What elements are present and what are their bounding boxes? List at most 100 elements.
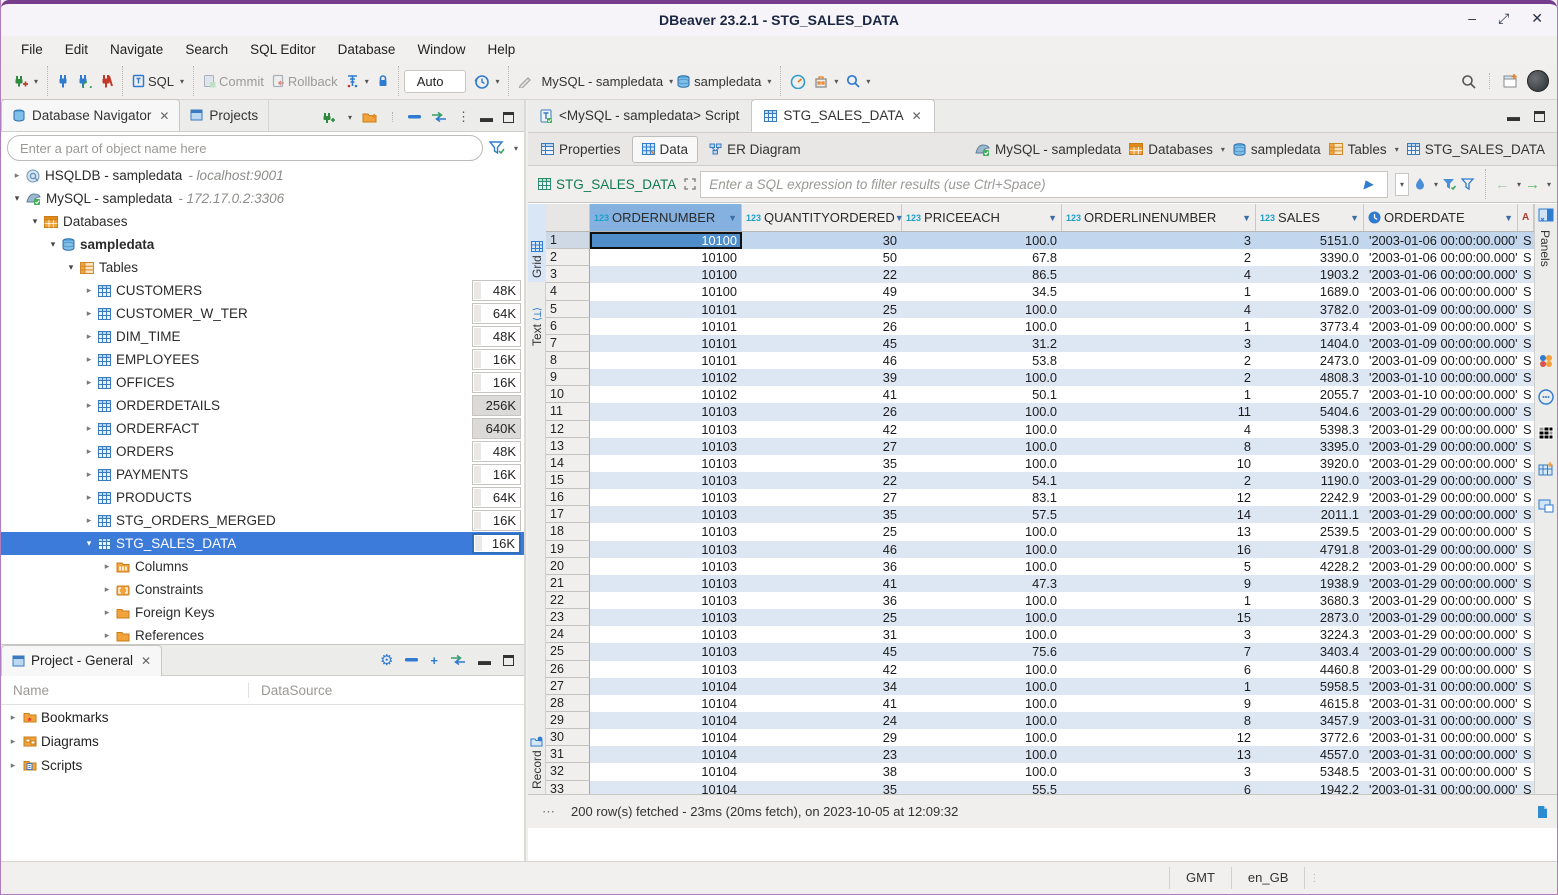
- breadcrumb-stg-sales-data[interactable]: STG_SALES_DATA: [1405, 140, 1547, 159]
- cell-priceeach[interactable]: 67.8: [902, 249, 1062, 266]
- cell-sales[interactable]: 2011.1: [1256, 506, 1364, 523]
- breadcrumb-tables[interactable]: Tables▾: [1327, 140, 1401, 159]
- cell-orderdate[interactable]: '2003-01-06 00:00:00.000': [1364, 266, 1518, 283]
- row-number[interactable]: 10: [546, 386, 590, 403]
- cell-priceeach[interactable]: 100.0: [902, 592, 1062, 609]
- cell-quantityordered[interactable]: 26: [742, 403, 902, 420]
- row-number[interactable]: 30: [546, 729, 590, 746]
- sql-dropdown-icon[interactable]: ▾: [180, 77, 184, 86]
- menu-navigate[interactable]: Navigate: [100, 38, 173, 61]
- cell-quantityordered[interactable]: 22: [742, 472, 902, 489]
- collapse-arrow-icon[interactable]: ▾: [29, 216, 41, 227]
- cell-sales[interactable]: 3390.0: [1256, 249, 1364, 266]
- transaction-log-button[interactable]: ▾: [342, 71, 373, 91]
- cell-a[interactable]: S: [1518, 232, 1534, 249]
- maximize-editor-icon[interactable]: [1534, 109, 1545, 124]
- cell-orderdate[interactable]: '2003-01-31 00:00:00.000': [1364, 695, 1518, 712]
- cell-orderlinenumber[interactable]: 16: [1062, 541, 1256, 558]
- tree-item-constraints[interactable]: ▸Constraints: [1, 578, 524, 601]
- collapse-arrow-icon[interactable]: ▾: [47, 239, 59, 250]
- cell-a[interactable]: S: [1518, 283, 1534, 300]
- tab-project-general[interactable]: Project - General ✕: [1, 645, 162, 676]
- expand-arrow-icon[interactable]: ▸: [83, 400, 95, 411]
- cell-quantityordered[interactable]: 36: [742, 592, 902, 609]
- cell-ordernumber[interactable]: 10103: [590, 506, 742, 523]
- new-connection-dropdown-icon[interactable]: ▾: [34, 77, 38, 86]
- tab-stg-sales-data[interactable]: STG_SALES_DATA ✕: [751, 99, 934, 132]
- column-header-ordernumber[interactable]: 123ORDERNUMBER▼: [590, 204, 742, 231]
- cell-ordernumber[interactable]: 10104: [590, 712, 742, 729]
- presentation-tab-grid[interactable]: Grid: [528, 204, 546, 282]
- tree-item-sampledata[interactable]: ▾sampledata: [1, 233, 524, 256]
- back-dropdown-icon[interactable]: ▾: [1517, 180, 1521, 189]
- cell-ordernumber[interactable]: 10102: [590, 369, 742, 386]
- quick-search-icon[interactable]: [1461, 74, 1476, 89]
- column-menu-icon[interactable]: ▼: [1242, 213, 1251, 223]
- dbeaver-globe-icon[interactable]: [1527, 70, 1549, 92]
- collapse-all-icon[interactable]: [408, 115, 421, 119]
- collapse-arrow-icon[interactable]: ▾: [83, 538, 95, 549]
- project-item-bookmarks[interactable]: ▸Bookmarks: [1, 705, 524, 729]
- cell-priceeach[interactable]: 57.5: [902, 506, 1062, 523]
- column-header-priceeach[interactable]: 123PRICEEACH▼: [902, 204, 1062, 231]
- cell-ordernumber[interactable]: 10103: [590, 592, 742, 609]
- cell-sales[interactable]: 1903.2: [1256, 266, 1364, 283]
- tree-item-customers[interactable]: ▸CUSTOMERS48K: [1, 279, 524, 302]
- row-number[interactable]: 6: [546, 318, 590, 335]
- back-icon[interactable]: ←: [1495, 176, 1510, 193]
- cell-orderlinenumber[interactable]: 3: [1062, 626, 1256, 643]
- cell-quantityordered[interactable]: 35: [742, 455, 902, 472]
- cell-a[interactable]: S: [1518, 506, 1534, 523]
- cell-orderdate[interactable]: '2003-01-31 00:00:00.000': [1364, 763, 1518, 780]
- cell-a[interactable]: S: [1518, 678, 1534, 695]
- menu-help[interactable]: Help: [477, 38, 525, 61]
- expand-arrow-icon[interactable]: ▸: [101, 630, 113, 641]
- cell-ordernumber[interactable]: 10104: [590, 746, 742, 763]
- cell-quantityordered[interactable]: 41: [742, 575, 902, 592]
- row-number[interactable]: 9: [546, 369, 590, 386]
- database-selector[interactable]: sampledata▾: [690, 71, 775, 92]
- tree-item-tables[interactable]: ▾Tables: [1, 256, 524, 279]
- cell-orderdate[interactable]: '2003-01-31 00:00:00.000': [1364, 781, 1518, 796]
- cell-orderdate[interactable]: '2003-01-31 00:00:00.000': [1364, 678, 1518, 695]
- tree-item-orderfact[interactable]: ▸ORDERFACT640K: [1, 417, 524, 440]
- cell-priceeach[interactable]: 100.0: [902, 661, 1062, 678]
- expand-arrow-icon[interactable]: ▸: [101, 584, 113, 595]
- tree-item-customer-w-ter[interactable]: ▸CUSTOMER_W_TER64K: [1, 302, 524, 325]
- cell-orderdate[interactable]: '2003-01-10 00:00:00.000': [1364, 386, 1518, 403]
- cell-orderdate[interactable]: '2003-01-29 00:00:00.000': [1364, 592, 1518, 609]
- connection-selector[interactable]: MySQL - sampledata▾: [537, 71, 677, 92]
- cell-orderlinenumber[interactable]: 9: [1062, 575, 1256, 592]
- layout-panel-icon[interactable]: [1538, 499, 1554, 513]
- cell-sales[interactable]: 3224.3: [1256, 626, 1364, 643]
- cell-quantityordered[interactable]: 45: [742, 335, 902, 352]
- cell-orderdate[interactable]: '2003-01-09 00:00:00.000': [1364, 335, 1518, 352]
- row-number[interactable]: 22: [546, 592, 590, 609]
- cell-priceeach[interactable]: 100.0: [902, 712, 1062, 729]
- cell-a[interactable]: S: [1518, 489, 1534, 506]
- row-number[interactable]: 21: [546, 575, 590, 592]
- cell-orderdate[interactable]: '2003-01-29 00:00:00.000': [1364, 472, 1518, 489]
- row-number[interactable]: 29: [546, 712, 590, 729]
- cell-quantityordered[interactable]: 25: [742, 301, 902, 318]
- cell-quantityordered[interactable]: 49: [742, 283, 902, 300]
- cell-priceeach[interactable]: 100.0: [902, 695, 1062, 712]
- cell-sales[interactable]: 3403.4: [1256, 643, 1364, 660]
- commit-button[interactable]: Commit: [199, 71, 268, 92]
- restore-window-icon[interactable]: ⤢: [1498, 10, 1509, 27]
- cell-quantityordered[interactable]: 24: [742, 712, 902, 729]
- minimize-window-icon[interactable]: –: [1468, 10, 1476, 27]
- tree-item-dim-time[interactable]: ▸DIM_TIME48K: [1, 325, 524, 348]
- cell-orderdate[interactable]: '2003-01-29 00:00:00.000': [1364, 438, 1518, 455]
- tree-item-products[interactable]: ▸PRODUCTS64K: [1, 486, 524, 509]
- cell-orderlinenumber[interactable]: 1: [1062, 283, 1256, 300]
- cell-orderdate[interactable]: '2003-01-10 00:00:00.000': [1364, 369, 1518, 386]
- tab-projects[interactable]: Projects: [180, 99, 269, 131]
- menu-window[interactable]: Window: [407, 38, 475, 61]
- cell-quantityordered[interactable]: 46: [742, 352, 902, 369]
- expand-filter-icon[interactable]: [684, 178, 696, 190]
- project-settings-icon[interactable]: ⚙: [380, 651, 393, 669]
- column-header-name[interactable]: Name: [1, 683, 249, 698]
- cell-priceeach[interactable]: 100.0: [902, 438, 1062, 455]
- cell-sales[interactable]: 4615.8: [1256, 695, 1364, 712]
